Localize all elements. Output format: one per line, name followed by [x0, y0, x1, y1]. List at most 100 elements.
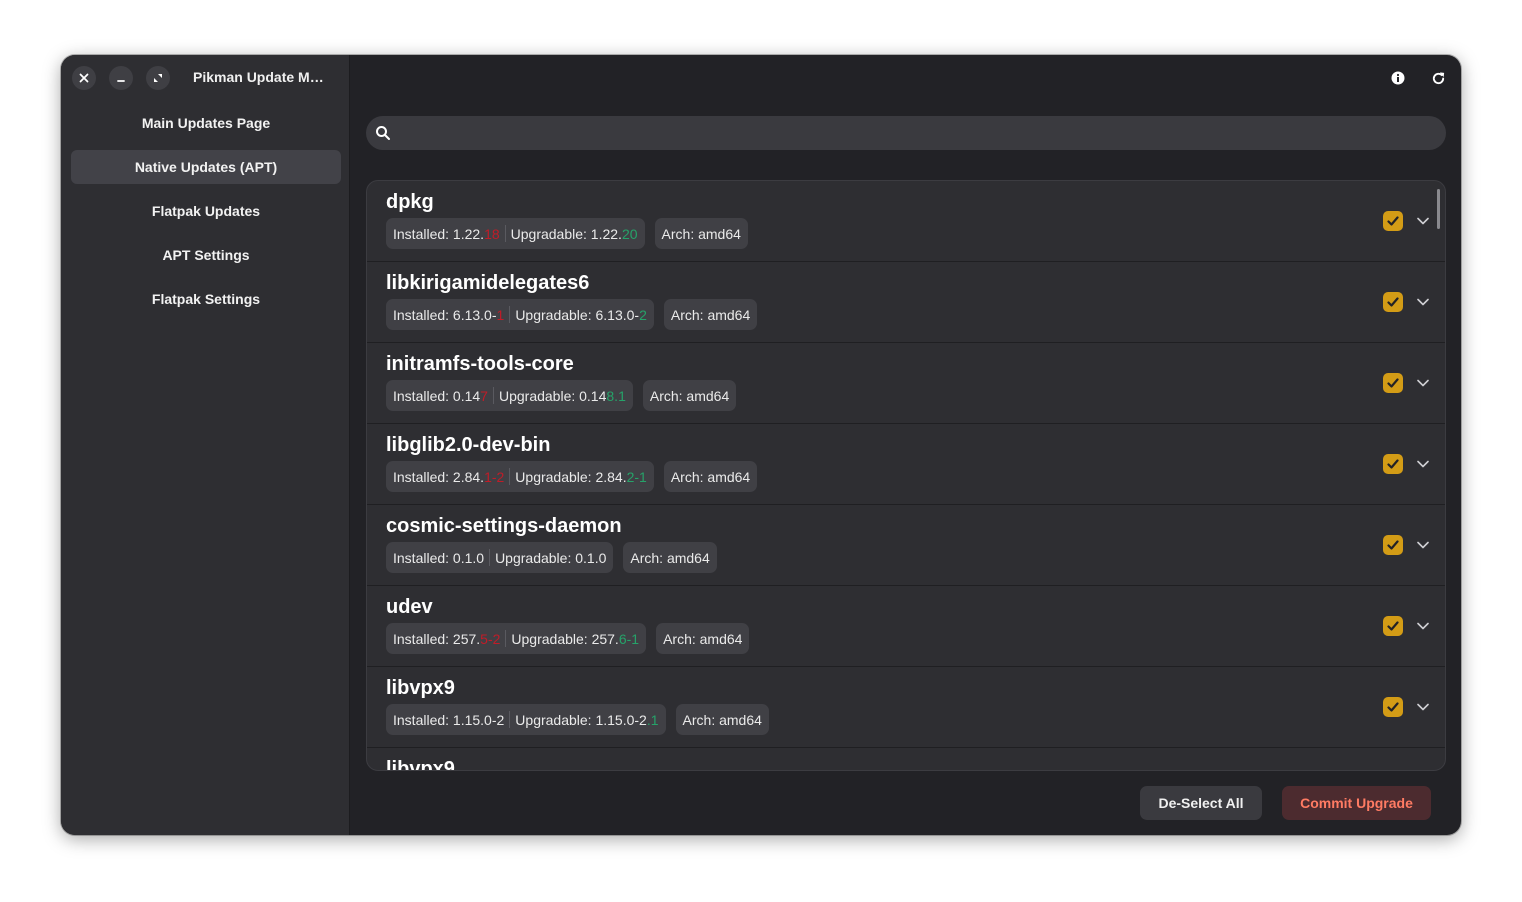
version-separator: [509, 468, 511, 485]
expand-button[interactable]: [1413, 211, 1433, 231]
version-separator: [509, 711, 511, 728]
sidebar-item-main-updates[interactable]: Main Updates Page: [71, 106, 341, 140]
package-row[interactable]: cosmic-settings-daemon Installed: 0.1.0 …: [367, 505, 1445, 586]
installed-version: Installed: 1.22.: [393, 225, 485, 242]
package-chips: Installed: 257. 5-2 Upgradable: 257. 6-1 A…: [386, 623, 750, 654]
minimize-button[interactable]: [109, 66, 133, 90]
expand-button[interactable]: [1413, 697, 1433, 717]
chevron-down-icon: [1417, 622, 1429, 630]
checkmark-icon: [1387, 702, 1399, 712]
maximize-button[interactable]: [146, 66, 170, 90]
version-chip: Installed: 1.15.0-2 Upgradable: 1.15.0-2…: [386, 704, 666, 735]
arch-chip: Arch: amd64: [663, 299, 758, 330]
version-chip: Installed: 0.14 7 Upgradable: 0.14 8.1: [386, 380, 633, 411]
about-button[interactable]: [1387, 67, 1409, 89]
sidebar-item-label: Flatpak Updates: [151, 203, 261, 219]
select-checkbox[interactable]: [1383, 454, 1403, 474]
version-separator: [504, 225, 506, 242]
commit-upgrade-button[interactable]: Commit Upgrade: [1282, 786, 1431, 820]
package-name: udev: [386, 596, 433, 618]
maximize-icon: [154, 74, 162, 82]
select-checkbox[interactable]: [1383, 292, 1403, 312]
upgradable-version-diff: 20: [621, 225, 638, 242]
package-chips: Installed: 1.15.0-2 Upgradable: 1.15.0-2…: [386, 704, 769, 735]
info-icon: [1391, 71, 1405, 85]
arch-chip: Arch: amd64: [663, 461, 758, 492]
select-checkbox[interactable]: [1383, 697, 1403, 717]
chevron-down-icon: [1417, 460, 1429, 468]
version-separator: [492, 387, 494, 404]
sidebar-item-label: Flatpak Settings: [151, 291, 261, 307]
refresh-button[interactable]: [1427, 67, 1449, 89]
package-name: dpkg: [386, 191, 434, 213]
close-button[interactable]: [72, 66, 96, 90]
expand-button[interactable]: [1413, 616, 1433, 636]
version-chip: Installed: 0.1.0 Upgradable: 0.1.0: [386, 542, 614, 573]
expand-button[interactable]: [1413, 535, 1433, 555]
select-checkbox[interactable]: [1383, 211, 1403, 231]
chevron-down-icon: [1417, 298, 1429, 306]
upgradable-version-diff: .1: [646, 711, 659, 728]
upgradable-version: Upgradable: 1.15.0-2: [515, 711, 647, 728]
search-input[interactable]: [400, 116, 1430, 150]
upgradable-version: Upgradable: 6.13.0-: [515, 306, 640, 323]
package-row[interactable]: libglib2.0-dev-bin Installed: 2.84. 1-2 U…: [367, 424, 1445, 505]
package-row[interactable]: libvpx9 Installed: 1.15.0-2 Upgradable: …: [367, 667, 1445, 748]
arch-chip: Arch: amd64: [675, 704, 769, 735]
expand-button[interactable]: [1413, 292, 1433, 312]
close-icon: [79, 73, 89, 83]
checkmark-icon: [1387, 297, 1399, 307]
version-chip: Installed: 2.84. 1-2 Upgradable: 2.84. 2-1: [386, 461, 654, 492]
checkmark-icon: [1387, 540, 1399, 550]
search-icon: [376, 126, 390, 140]
upgradable-version-diff: 6-1: [618, 630, 640, 647]
upgradable-version: Upgradable: 0.1.0: [495, 549, 607, 566]
select-checkbox[interactable]: [1383, 616, 1403, 636]
package-row[interactable]: udev Installed: 257. 5-2 Upgradable: 257.…: [367, 586, 1445, 667]
search-bar[interactable]: [366, 116, 1446, 150]
sidebar-item-native-updates[interactable]: Native Updates (APT): [71, 150, 341, 184]
package-chips: Installed: 2.84. 1-2 Upgradable: 2.84. 2-1…: [386, 461, 758, 492]
upgradable-version: Upgradable: 0.14: [498, 387, 607, 404]
package-row[interactable]: dpkg Installed: 1.22. 18 Upgradable: 1.22…: [367, 181, 1445, 262]
package-name: initramfs-tools-core: [386, 353, 574, 375]
expand-button[interactable]: [1413, 454, 1433, 474]
upgradable-version: Upgradable: 1.22.: [510, 225, 622, 242]
expand-button[interactable]: [1413, 373, 1433, 393]
package-list[interactable]: dpkg Installed: 1.22. 18 Upgradable: 1.22…: [366, 180, 1446, 771]
version-chip: Installed: 257. 5-2 Upgradable: 257. 6-1: [386, 623, 647, 654]
package-name: libkirigamidelegates6: [386, 272, 590, 294]
arch-chip: Arch: amd64: [654, 218, 748, 249]
installed-version-diff: 5-2: [480, 630, 501, 647]
upgradable-version-diff: 8.1: [606, 387, 626, 404]
package-chips: Installed: 1.22. 18 Upgradable: 1.22. 20 A…: [386, 218, 748, 249]
installed-version-diff: 1: [496, 306, 505, 323]
installed-version: Installed: 6.13.0-: [393, 306, 497, 323]
minimize-icon: [117, 80, 125, 82]
package-chips: Installed: 6.13.0- 1 Upgradable: 6.13.0- 2…: [386, 299, 758, 330]
package-row[interactable]: libkirigamidelegates6 Installed: 6.13.0-…: [367, 262, 1445, 343]
sidebar-item-flatpak-settings[interactable]: Flatpak Settings: [71, 282, 341, 316]
select-checkbox[interactable]: [1383, 535, 1403, 555]
installed-version-diff: 1-2: [484, 468, 505, 485]
chevron-down-icon: [1417, 703, 1429, 711]
package-row[interactable]: initramfs-tools-core Installed: 0.14 7 Up…: [367, 343, 1445, 424]
checkmark-icon: [1387, 216, 1399, 226]
sidebar-item-label: Main Updates Page: [141, 115, 271, 131]
upgradable-version-diff: 2-1: [626, 468, 647, 485]
installed-version: Installed: 257.: [393, 630, 481, 647]
select-checkbox[interactable]: [1383, 373, 1403, 393]
package-chips: Installed: 0.14 7 Upgradable: 0.14 8.1 Arc…: [386, 380, 737, 411]
package-row[interactable]: libvpx9: [367, 748, 1445, 770]
sidebar-item-label: Native Updates (APT): [134, 159, 278, 175]
sidebar-item-flatpak-updates[interactable]: Flatpak Updates: [71, 194, 341, 228]
package-name: libglib2.0-dev-bin: [386, 434, 551, 456]
chevron-down-icon: [1417, 379, 1429, 387]
sidebar-item-label: APT Settings: [162, 247, 250, 263]
refresh-icon: [1432, 71, 1444, 84]
checkmark-icon: [1387, 378, 1399, 388]
deselect-all-button[interactable]: De-Select All: [1140, 786, 1262, 820]
sidebar-item-apt-settings[interactable]: APT Settings: [71, 238, 341, 272]
version-chip: Installed: 6.13.0- 1 Upgradable: 6.13.0- 2: [386, 299, 654, 330]
arch-chip: Arch: amd64: [642, 380, 737, 411]
